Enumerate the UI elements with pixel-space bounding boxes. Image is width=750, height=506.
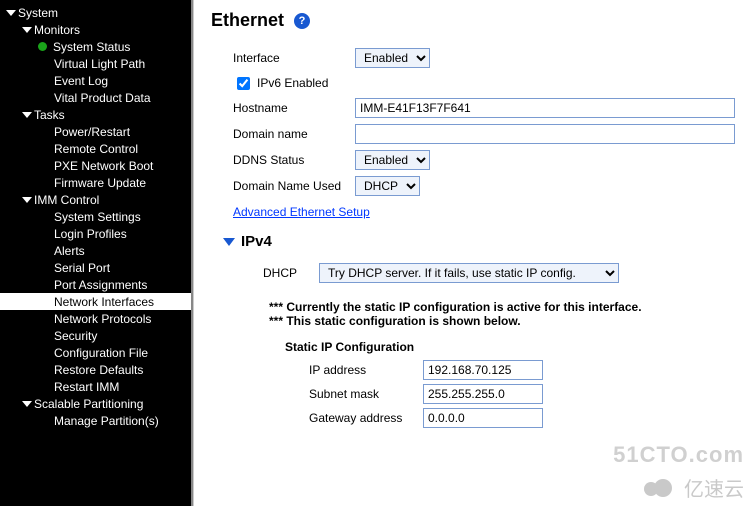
ip-address-input[interactable] — [423, 360, 543, 380]
gateway-address-input[interactable] — [423, 408, 543, 428]
sidebar-monitors-label: Monitors — [34, 23, 80, 37]
hostname-input[interactable] — [355, 98, 735, 118]
ddns-status-select[interactable]: Enabled — [355, 150, 430, 170]
ipv4-section-title: IPv4 — [241, 233, 272, 250]
chevron-down-icon — [22, 27, 32, 33]
sidebar-item-virtual-light-path[interactable]: Virtual Light Path — [0, 55, 191, 72]
sidebar-item-system-status[interactable]: System Status — [0, 38, 191, 55]
help-icon[interactable]: ? — [294, 13, 310, 29]
domain-name-used-select[interactable]: DHCP — [355, 176, 420, 196]
interface-label: Interface — [233, 51, 355, 65]
main-panel: Ethernet ? Interface Enabled IPv6 Enable… — [193, 0, 750, 506]
sidebar-imm-control[interactable]: IMM Control — [0, 191, 191, 208]
sidebar-item-login-profiles[interactable]: Login Profiles — [0, 225, 191, 242]
hostname-label: Hostname — [233, 101, 355, 115]
sidebar-item-vital-product-data[interactable]: Vital Product Data — [0, 89, 191, 106]
sidebar-item-security[interactable]: Security — [0, 327, 191, 344]
advanced-ethernet-setup-link[interactable]: Advanced Ethernet Setup — [207, 205, 370, 219]
sidebar-item-firmware-update[interactable]: Firmware Update — [0, 174, 191, 191]
sidebar-nav: System Monitors System Status — [0, 0, 193, 506]
ddns-status-label: DDNS Status — [233, 153, 355, 167]
chevron-down-icon — [22, 112, 32, 118]
sidebar-tasks[interactable]: Tasks — [0, 106, 191, 123]
sidebar-item-serial-port[interactable]: Serial Port — [0, 259, 191, 276]
interface-select[interactable]: Enabled — [355, 48, 430, 68]
sidebar-system-label: System — [18, 6, 58, 20]
sidebar-scalable-partitioning[interactable]: Scalable Partitioning — [0, 395, 191, 412]
domain-name-input[interactable] — [355, 124, 735, 144]
sidebar-item-system-settings[interactable]: System Settings — [0, 208, 191, 225]
chevron-down-icon — [6, 10, 16, 16]
domain-name-label: Domain name — [233, 127, 355, 141]
ipv6-enabled-label: IPv6 Enabled — [257, 76, 328, 90]
sidebar-item-power-restart[interactable]: Power/Restart — [0, 123, 191, 140]
gateway-address-label: Gateway address — [309, 411, 423, 425]
sidebar-item-event-log[interactable]: Event Log — [0, 72, 191, 89]
sidebar-item-remote-control[interactable]: Remote Control — [0, 140, 191, 157]
status-dot-icon — [38, 42, 47, 51]
static-ip-notice: *** Currently the static IP configuratio… — [207, 300, 750, 328]
sidebar-item-restart-imm[interactable]: Restart IMM — [0, 378, 191, 395]
domain-name-used-label: Domain Name Used — [233, 179, 355, 193]
subnet-mask-input[interactable] — [423, 384, 543, 404]
sidebar-system[interactable]: System — [0, 4, 191, 21]
section-collapse-icon[interactable] — [223, 238, 235, 246]
page-title: Ethernet — [211, 10, 284, 31]
ipv6-enabled-checkbox[interactable] — [237, 77, 250, 90]
sidebar-item-network-interfaces[interactable]: Network Interfaces — [0, 293, 191, 310]
sidebar-item-pxe-network-boot[interactable]: PXE Network Boot — [0, 157, 191, 174]
sidebar-monitors[interactable]: Monitors — [0, 21, 191, 38]
static-ip-heading: Static IP Configuration — [207, 340, 750, 354]
chevron-down-icon — [22, 197, 32, 203]
subnet-mask-label: Subnet mask — [309, 387, 423, 401]
sidebar-item-alerts[interactable]: Alerts — [0, 242, 191, 259]
sidebar-item-restore-defaults[interactable]: Restore Defaults — [0, 361, 191, 378]
dhcp-select[interactable]: Try DHCP server. If it fails, use static… — [319, 263, 619, 283]
sidebar-item-manage-partitions[interactable]: Manage Partition(s) — [0, 412, 191, 429]
sidebar-item-network-protocols[interactable]: Network Protocols — [0, 310, 191, 327]
dhcp-label: DHCP — [263, 266, 319, 280]
ip-address-label: IP address — [309, 363, 423, 377]
sidebar-item-port-assignments[interactable]: Port Assignments — [0, 276, 191, 293]
sidebar-item-configuration-file[interactable]: Configuration File — [0, 344, 191, 361]
chevron-down-icon — [22, 401, 32, 407]
